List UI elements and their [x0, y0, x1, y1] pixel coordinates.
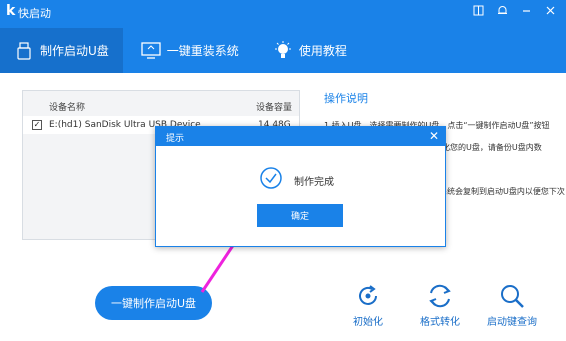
tool-label: 格式转化: [420, 317, 460, 328]
tab-label: 使用教程: [298, 44, 347, 58]
usb-icon: [14, 41, 34, 61]
make-usb-button[interactable]: 一键制作启动U盘: [95, 286, 212, 320]
column-device-name: 设备名称: [49, 103, 86, 113]
help-title: 操作说明: [324, 92, 368, 105]
header-bar: k 快启动 制作启动U盘 一键重装系统 使用教程: [0, 0, 566, 73]
bell-icon[interactable]: [496, 5, 508, 17]
monitor-icon: [141, 41, 161, 61]
window-controls: [472, 5, 556, 17]
dialog-message: 制作完成: [294, 177, 334, 188]
app-logo: k: [6, 3, 16, 19]
book-icon[interactable]: [472, 5, 484, 17]
tool-initialize[interactable]: 初始化: [336, 282, 400, 328]
tool-label: 启动键查询: [487, 317, 537, 328]
column-device-size: 设备容量: [256, 103, 293, 113]
close-icon[interactable]: ✕: [429, 129, 439, 143]
device-checkbox[interactable]: ✓: [32, 120, 42, 130]
convert-icon: [429, 284, 451, 308]
device-table-header: 设备名称 设备容量: [23, 91, 299, 113]
tool-boot-key-lookup[interactable]: 启动键查询: [480, 282, 544, 328]
tool-format-convert[interactable]: 格式转化: [408, 282, 472, 328]
dialog-title-bar: 提示 ✕: [156, 127, 445, 146]
ok-button[interactable]: 确定: [257, 204, 343, 227]
dialog-title: 提示: [166, 134, 185, 144]
refresh-icon: [359, 285, 377, 305]
completion-dialog: 提示 ✕ 制作完成 确定: [155, 126, 446, 247]
search-icon: [501, 285, 524, 308]
tab-tutorial[interactable]: 使用教程: [259, 28, 361, 73]
check-circle-icon: [260, 167, 282, 189]
tool-label: 初始化: [353, 317, 383, 328]
tab-label: 制作启动U盘: [40, 44, 109, 58]
tab-make-usb[interactable]: 制作启动U盘: [0, 28, 123, 73]
title-bar: k 快启动: [0, 0, 566, 24]
tab-reinstall[interactable]: 一键重装系统: [127, 28, 253, 73]
app-title: 快启动: [18, 7, 51, 20]
lightbulb-icon: [273, 40, 293, 61]
close-icon[interactable]: [544, 5, 556, 17]
tab-label: 一键重装系统: [166, 44, 239, 58]
minimize-icon[interactable]: [520, 5, 532, 17]
main-tabs: 制作启动U盘 一键重装系统 使用教程: [0, 28, 361, 73]
